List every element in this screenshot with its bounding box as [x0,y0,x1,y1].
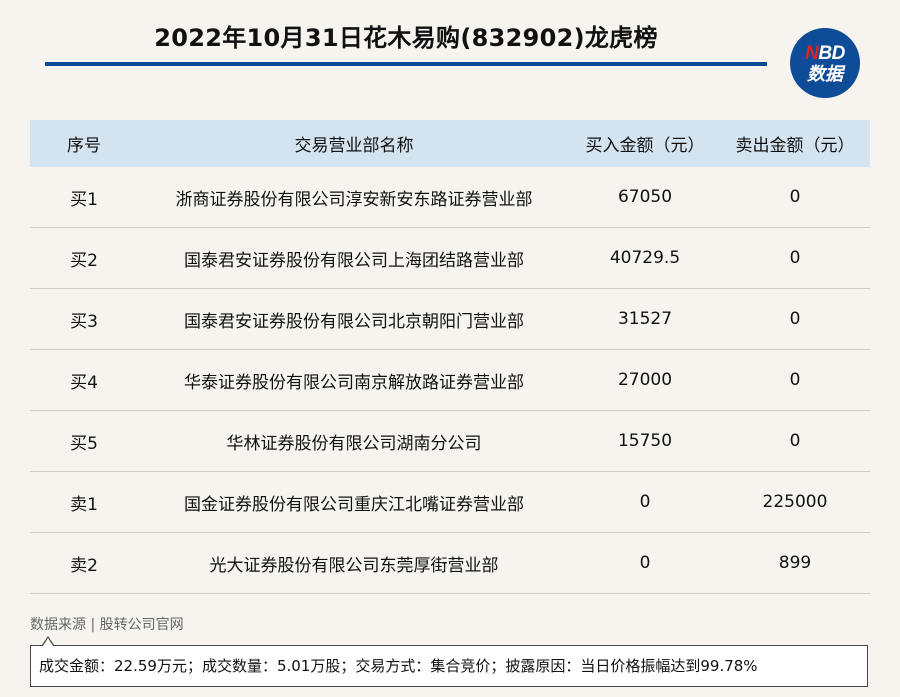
cell-sell: 0 [720,410,870,472]
trade-summary-box: 成交金额：22.59万元；成交数量：5.01万股；交易方式：集合竞价；披露原因：… [30,645,868,687]
cell-rank: 买3 [30,288,138,350]
cell-buy: 15750 [570,410,720,472]
table-row: 买4 华泰证券股份有限公司南京解放路证券营业部 27000 0 [30,349,870,411]
table-row: 买1 浙商证券股份有限公司淳安新安东路证券营业部 67050 0 [30,167,870,228]
cell-branch: 浙商证券股份有限公司淳安新安东路证券营业部 [138,167,570,228]
logo-letters: BD [818,42,845,64]
cell-sell: 0 [720,227,870,289]
logo-accent-letter: N [805,42,819,64]
cell-branch: 华泰证券股份有限公司南京解放路证券营业部 [138,349,570,411]
cell-branch: 国金证券股份有限公司重庆江北嘴证券营业部 [138,471,570,533]
table-row: 买2 国泰君安证券股份有限公司上海团结路营业部 40729.5 0 [30,227,870,289]
cell-rank: 买1 [30,167,138,228]
cell-buy: 27000 [570,349,720,411]
cell-rank: 卖1 [30,471,138,533]
cell-rank: 买5 [30,410,138,472]
nbd-logo: NBD 数据 [790,28,860,98]
cell-branch: 国泰君安证券股份有限公司上海团结路营业部 [138,227,570,289]
table-row: 买3 国泰君安证券股份有限公司北京朝阳门营业部 31527 0 [30,288,870,350]
table-row: 买5 华林证券股份有限公司湖南分公司 15750 0 [30,410,870,472]
dragon-tiger-table: 序号 交易营业部名称 买入金额（元） 卖出金额（元） 买1 浙商证券股份有限公司… [30,120,870,594]
cell-rank: 买4 [30,349,138,411]
table-row: 卖2 光大证券股份有限公司东莞厚街营业部 0 899 [30,532,870,594]
cell-sell: 899 [720,532,870,594]
cell-buy: 0 [570,471,720,533]
col-header-buy: 买入金额（元） [570,120,720,167]
logo-line2: 数据 [807,63,843,84]
cell-branch: 华林证券股份有限公司湖南分公司 [138,410,570,472]
cell-branch: 光大证券股份有限公司东莞厚街营业部 [138,532,570,594]
cell-buy: 0 [570,532,720,594]
cell-rank: 买2 [30,227,138,289]
cell-buy: 31527 [570,288,720,350]
cell-sell: 225000 [720,471,870,533]
table-header-row: 序号 交易营业部名称 买入金额（元） 卖出金额（元） [30,120,870,167]
cell-buy: 67050 [570,167,720,228]
cell-buy: 40729.5 [570,227,720,289]
title-underline [45,62,767,66]
data-source-note: 数据来源 | 股转公司官网 [30,617,184,633]
col-header-sell: 卖出金额（元） [720,120,870,167]
cell-branch: 国泰君安证券股份有限公司北京朝阳门营业部 [138,288,570,350]
logo-line1: NBD [805,44,845,63]
cell-rank: 卖2 [30,532,138,594]
table-row: 卖1 国金证券股份有限公司重庆江北嘴证券营业部 0 225000 [30,471,870,533]
cell-sell: 0 [720,167,870,228]
col-header-rank: 序号 [30,120,138,167]
page-title: 2022年10月31日花木易购(832902)龙虎榜 [154,24,658,52]
cell-sell: 0 [720,349,870,411]
cell-sell: 0 [720,288,870,350]
callout-pointer-fill [43,638,53,646]
col-header-branch: 交易营业部名称 [138,120,570,167]
